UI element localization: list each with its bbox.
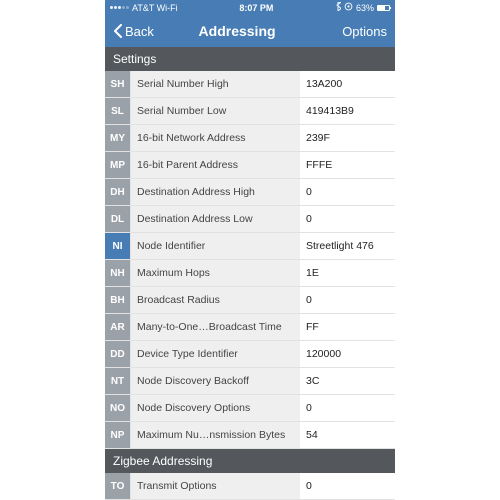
options-button[interactable]: Options — [342, 24, 387, 39]
signal-dots-icon — [110, 6, 129, 9]
param-value[interactable]: 120000 — [300, 341, 395, 367]
param-value[interactable]: 0 — [300, 179, 395, 205]
settings-row[interactable]: ARMany-to-One…Broadcast TimeFF — [105, 314, 395, 341]
param-name: Broadcast Radius — [131, 287, 300, 313]
param-name: Destination Address Low — [131, 206, 300, 232]
param-value[interactable]: 0 — [300, 473, 395, 499]
phone-frame: AT&T Wi-Fi 8:07 PM 63% Back Addressing O… — [105, 0, 395, 500]
param-code: NT — [105, 368, 131, 394]
section-header: Settings — [105, 47, 395, 71]
param-value[interactable]: 3C — [300, 368, 395, 394]
page-title: Addressing — [132, 23, 342, 39]
param-name: Node Discovery Options — [131, 395, 300, 421]
param-name: Many-to-One…Broadcast Time — [131, 314, 300, 340]
settings-row[interactable]: NHMaximum Hops1E — [105, 260, 395, 287]
param-code: DD — [105, 341, 131, 367]
param-code: NI — [105, 233, 131, 259]
param-name: 16-bit Parent Address — [131, 152, 300, 178]
settings-row[interactable]: NONode Discovery Options0 — [105, 395, 395, 422]
param-value[interactable]: 13A200 — [300, 71, 395, 97]
nav-bar: Back Addressing Options — [105, 15, 395, 47]
settings-list[interactable]: SettingsSHSerial Number High13A200SLSeri… — [105, 47, 395, 500]
settings-row[interactable]: SLSerial Number Low419413B9 — [105, 98, 395, 125]
settings-row[interactable]: TOTransmit Options0 — [105, 473, 395, 500]
settings-row[interactable]: MP16-bit Parent AddressFFFE — [105, 152, 395, 179]
param-name: Maximum Hops — [131, 260, 300, 286]
param-code: SH — [105, 71, 131, 97]
settings-row[interactable]: SHSerial Number High13A200 — [105, 71, 395, 98]
battery-icon — [377, 5, 390, 11]
param-name: Destination Address High — [131, 179, 300, 205]
param-code: NH — [105, 260, 131, 286]
chevron-left-icon — [113, 24, 123, 38]
param-code: MP — [105, 152, 131, 178]
param-name: Maximum Nu…nsmission Bytes — [131, 422, 300, 448]
param-value[interactable]: 1E — [300, 260, 395, 286]
param-value[interactable]: 0 — [300, 395, 395, 421]
orientation-lock-icon — [344, 2, 353, 13]
settings-row[interactable]: DLDestination Address Low0 — [105, 206, 395, 233]
param-code: MY — [105, 125, 131, 151]
clock: 8:07 PM — [178, 3, 335, 13]
settings-row[interactable]: BHBroadcast Radius0 — [105, 287, 395, 314]
param-code: TO — [105, 473, 131, 499]
param-name: 16-bit Network Address — [131, 125, 300, 151]
param-name: Node Identifier — [131, 233, 300, 259]
param-value[interactable]: FFFE — [300, 152, 395, 178]
param-code: DH — [105, 179, 131, 205]
settings-row[interactable]: NTNode Discovery Backoff3C — [105, 368, 395, 395]
param-code: NP — [105, 422, 131, 448]
settings-row[interactable]: DHDestination Address High0 — [105, 179, 395, 206]
param-value[interactable]: FF — [300, 314, 395, 340]
status-bar: AT&T Wi-Fi 8:07 PM 63% — [105, 0, 395, 15]
section-header: Zigbee Addressing — [105, 449, 395, 473]
param-value[interactable]: 239F — [300, 125, 395, 151]
bluetooth-icon — [335, 2, 341, 13]
param-code: DL — [105, 206, 131, 232]
param-value[interactable]: 0 — [300, 206, 395, 232]
param-code: NO — [105, 395, 131, 421]
settings-row[interactable]: MY16-bit Network Address239F — [105, 125, 395, 152]
param-value[interactable]: 0 — [300, 287, 395, 313]
param-code: SL — [105, 98, 131, 124]
param-code: BH — [105, 287, 131, 313]
settings-row[interactable]: NPMaximum Nu…nsmission Bytes54 — [105, 422, 395, 449]
param-name: Serial Number Low — [131, 98, 300, 124]
param-code: AR — [105, 314, 131, 340]
param-value[interactable]: 54 — [300, 422, 395, 448]
carrier-label: AT&T Wi-Fi — [132, 3, 178, 13]
param-value[interactable]: 419413B9 — [300, 98, 395, 124]
settings-row[interactable]: NINode IdentifierStreetlight 476 — [105, 233, 395, 260]
battery-pct: 63% — [356, 3, 374, 13]
param-value[interactable]: Streetlight 476 — [300, 233, 395, 259]
param-name: Serial Number High — [131, 71, 300, 97]
param-name: Transmit Options — [131, 473, 300, 499]
settings-row[interactable]: DDDevice Type Identifier120000 — [105, 341, 395, 368]
param-name: Device Type Identifier — [131, 341, 300, 367]
param-name: Node Discovery Backoff — [131, 368, 300, 394]
